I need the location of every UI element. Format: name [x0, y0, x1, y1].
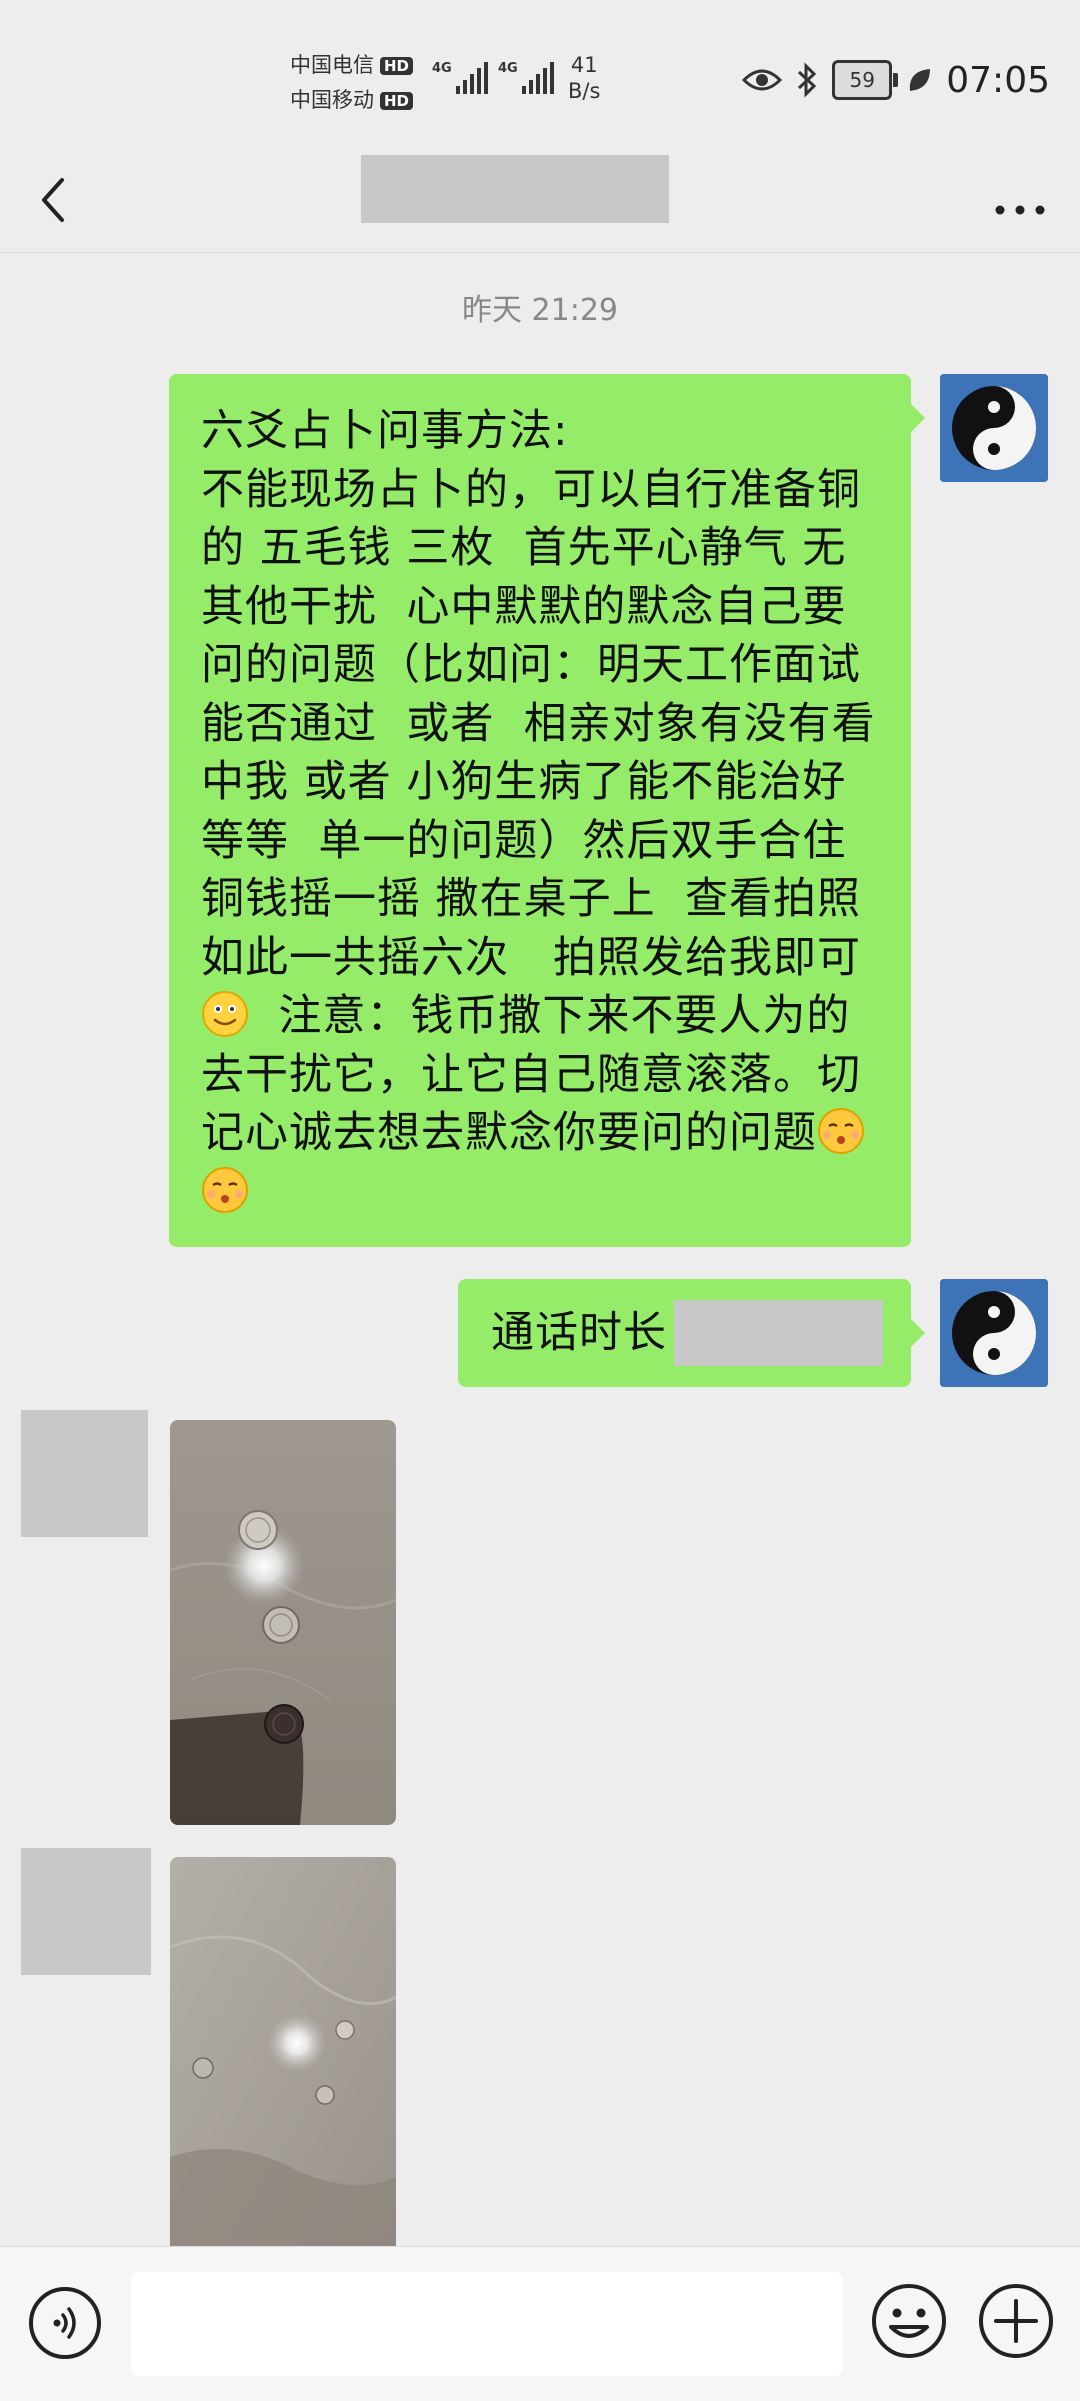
eye-icon	[742, 69, 783, 91]
shush-emoji	[202, 1166, 248, 1213]
message-timestamp: 昨天 21:29	[462, 293, 618, 328]
hd-badge: HD	[380, 56, 414, 75]
speed-unit: B/s	[568, 79, 601, 103]
call-duration-label: 通话时长	[491, 1308, 667, 1358]
coin-photo-image	[170, 1857, 396, 2246]
carrier1-label: 中国电信	[290, 53, 374, 77]
yin-yang-icon	[940, 1279, 1048, 1387]
status-bar: 中国电信 HD 中国移动 HD 4G 4G 41 B/s 59 07:05	[0, 0, 1080, 150]
call-duration-redacted	[674, 1300, 883, 1366]
message-bubble-text[interactable]: 六爻占卜问事方法: 不能现场占卜的，可以自行准备铜的 五毛钱 三枚 首先平心静气…	[169, 374, 925, 1247]
contact-avatar-redacted[interactable]	[21, 1410, 148, 1537]
my-avatar[interactable]	[940, 374, 1048, 482]
voice-icon[interactable]	[27, 2285, 103, 2361]
status-right: 59 07:05	[742, 52, 1050, 108]
signal-icon: 4G	[432, 61, 488, 94]
chat-header	[0, 150, 1080, 253]
message-text-part2: 注意：钱币撒下来不要人为的去干扰它，让它自己随意滚落。切记心诚去想去默念你要问的…	[201, 991, 861, 1158]
emoji-icon[interactable]	[869, 2281, 949, 2361]
network-speed: 41 B/s	[568, 52, 600, 104]
network-type-label: 4G	[498, 61, 518, 76]
bluetooth-icon	[798, 62, 817, 98]
speed-value: 41	[570, 53, 598, 77]
more-icon[interactable]	[990, 170, 1050, 230]
message-text: 六爻占卜问事方法: 不能现场占卜的，可以自行准备铜的 五毛钱 三枚 首先平心静气…	[201, 402, 887, 1221]
shush-emoji	[818, 1108, 864, 1154]
smile-emoji	[202, 991, 248, 1037]
battery-indicator: 59	[832, 60, 899, 100]
input-bar	[0, 2246, 1080, 2401]
network-type-label: 4G	[432, 61, 452, 76]
leaf-icon	[910, 69, 931, 91]
signal-icon: 4G	[498, 61, 554, 94]
contact-avatar-redacted[interactable]	[21, 1848, 151, 1975]
hd-badge: HD	[380, 91, 414, 110]
carrier-info: 中国电信 HD 中国移动 HD	[290, 48, 414, 118]
message-text-part1: 六爻占卜问事方法: 不能现场占卜的，可以自行准备铜的 五毛钱 三枚 首先平心静气…	[201, 406, 876, 983]
my-avatar[interactable]	[940, 1279, 1048, 1387]
contact-name-redacted	[361, 155, 669, 223]
coin-photo-image	[170, 1420, 396, 1825]
plus-icon[interactable]	[976, 2281, 1056, 2361]
message-input[interactable]	[131, 2272, 843, 2376]
call-bubble[interactable]: 通话时长	[458, 1279, 925, 1387]
photo-coins-2[interactable]	[170, 1857, 396, 2246]
carrier2-label: 中国移动	[290, 88, 374, 112]
back-icon[interactable]	[30, 160, 90, 240]
photo-coins-1[interactable]	[170, 1420, 396, 1825]
clock: 07:05	[946, 59, 1050, 101]
yin-yang-icon	[940, 374, 1048, 482]
